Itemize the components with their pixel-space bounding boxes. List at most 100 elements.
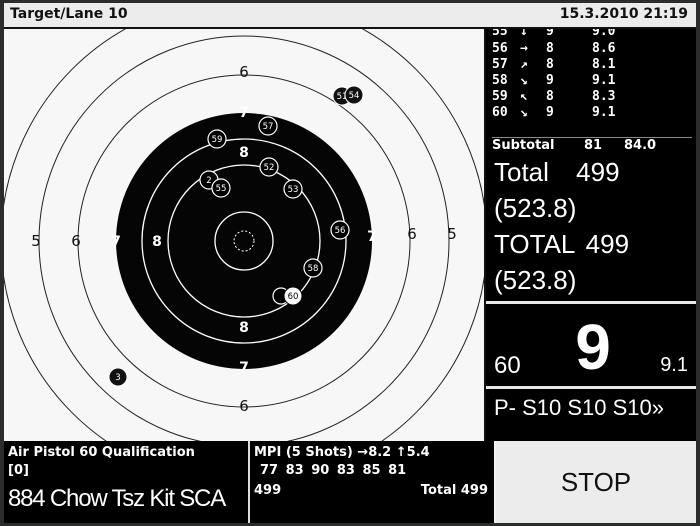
mpi-label: MPI (5 Shots) →8.2 ↑5.4	[254, 445, 430, 460]
ring-label: 7	[239, 360, 249, 376]
total-decimal: (523.8)	[494, 193, 577, 223]
relay-number: [0]	[8, 463, 29, 478]
svg-text:52: 52	[264, 163, 275, 173]
ring-label: 7	[239, 105, 249, 121]
shot-hole-last: 60	[272, 286, 303, 306]
shot-row: 60 ↘ 9 9.1	[492, 105, 692, 121]
shot-direction-icon: ↘	[520, 73, 528, 88]
shot-row: 58 ↘ 9 9.1	[492, 73, 692, 89]
svg-text:56: 56	[335, 226, 346, 236]
shot-value: 8	[546, 41, 554, 56]
ring-label: 6	[239, 63, 249, 81]
grand-total-label: TOTAL	[494, 229, 575, 259]
shot-decimal: 9.1	[592, 73, 616, 88]
date-time: 15.3.2010 21:19	[559, 6, 688, 22]
shot-number: 60	[492, 105, 508, 120]
ring-label: 6	[239, 397, 249, 415]
last-shot-display: 60 9 9.1	[486, 304, 696, 386]
shot-direction-icon: →	[520, 41, 528, 56]
results-panel: 55 ↓ 9 9.0 56 → 8 8.6 57 ↗ 8 8.1 58 ↘ 9	[486, 29, 696, 441]
shot-hole: 56	[330, 220, 350, 240]
ring-label: 6	[407, 225, 417, 243]
shot-number: 57	[492, 57, 508, 72]
shot-decimal: 9.0	[592, 29, 616, 39]
last-shot-number: 60	[494, 352, 521, 379]
shot-direction-icon: ↓	[520, 29, 528, 39]
subtotal-value: 81	[584, 138, 603, 153]
total-label: Total	[494, 157, 549, 187]
ring-label: 6	[71, 232, 81, 250]
series-summary: P- S10 S10 S10»	[494, 395, 665, 420]
stop-button[interactable]: STOP	[496, 441, 696, 523]
grand-total-decimal: (523.8)	[494, 265, 577, 295]
shot-value: 8	[546, 57, 554, 72]
ring-label: 8	[239, 320, 249, 336]
shot-row: 56 → 8 8.6	[492, 41, 692, 57]
svg-text:59: 59	[212, 135, 223, 145]
shot-number: 56	[492, 41, 508, 56]
shot-decimal: 8.1	[592, 57, 616, 72]
mpi-panel: MPI (5 Shots) →8.2 ↑5.4 77 83 90 83 85 8…	[250, 441, 494, 523]
shot-number: 59	[492, 89, 508, 104]
shot-row: 59 ↖ 8 8.3	[492, 89, 692, 105]
shot-hole: 59	[207, 129, 227, 149]
shot-hole: 52	[259, 157, 279, 177]
shot-row: 55 ↓ 9 9.0	[492, 29, 692, 41]
shot-hole: 57	[258, 116, 278, 136]
shot-decimal: 9.1	[592, 105, 616, 120]
ring-label: 7	[367, 229, 377, 245]
grand-total-row: TOTAL 499	[494, 229, 629, 260]
shot-value: 8	[546, 89, 554, 104]
last-shot-decimal: 9.1	[660, 354, 688, 376]
total-value: 499	[576, 157, 620, 187]
svg-text:58: 58	[308, 264, 319, 274]
shot-direction-icon: ↗	[520, 57, 528, 72]
shot-hole: 3	[108, 367, 128, 387]
ring-label: 7	[111, 234, 121, 250]
shot-hole: 58	[303, 258, 323, 278]
shot-decimal: 8.6	[592, 41, 616, 56]
target-face: 6 6 5 5 6 6 7 7 7 7 8 8 8 51 54 59 57 52…	[4, 29, 484, 441]
subtotal-row: Subtotal 81 84.0	[492, 137, 692, 156]
shooter-info-panel: Air Pistol 60 Qualification [0] 884 Chow…	[4, 441, 250, 523]
event-name: Air Pistol 60 Qualification	[8, 445, 195, 460]
shot-hole: 55	[211, 178, 231, 198]
shot-value: 9	[546, 105, 554, 120]
ring-label: 8	[239, 145, 249, 161]
shot-number: 55	[492, 29, 508, 39]
shot-value: 9	[546, 73, 554, 88]
ring-label: 5	[31, 232, 41, 250]
target-view[interactable]: 6 6 5 5 6 6 7 7 7 7 8 8 8 51 54 59 57 52…	[4, 29, 486, 441]
series-scores: 77 83 90 83 85 81	[260, 463, 407, 478]
total-row: Total 499	[494, 157, 620, 188]
svg-text:55: 55	[216, 184, 227, 194]
shot-direction-icon: ↘	[520, 105, 528, 120]
ring-label: 5	[447, 225, 457, 243]
ring-label: 8	[152, 234, 162, 250]
match-total: Total 499	[420, 483, 488, 498]
svg-text:2: 2	[206, 176, 211, 186]
subtotal-decimal: 84.0	[624, 138, 657, 153]
shot-decimal: 8.3	[592, 89, 616, 104]
svg-text:60: 60	[288, 292, 299, 302]
shot-direction-icon: ↖	[520, 89, 528, 104]
series-total: 499	[254, 483, 282, 498]
shot-row: 57 ↗ 8 8.1	[492, 57, 692, 73]
shooter-name: 884 Chow Tsz Kit SCA	[8, 485, 226, 512]
svg-text:57: 57	[263, 122, 274, 132]
shot-value: 9	[546, 29, 554, 39]
grand-total-value: 499	[585, 229, 630, 259]
divider	[486, 386, 696, 389]
subtotal-label: Subtotal	[492, 138, 555, 153]
shot-number: 58	[492, 73, 508, 88]
last-shot-ring: 9	[575, 311, 611, 383]
shot-hole: 54	[344, 85, 364, 105]
svg-text:3: 3	[115, 373, 120, 383]
svg-text:54: 54	[349, 91, 360, 101]
scoring-monitor-screen: Target/Lane 10 15.3.2010 21:19 6 6 5 5 6…	[4, 3, 696, 523]
svg-text:53: 53	[288, 185, 299, 195]
shot-list: 55 ↓ 9 9.0 56 → 8 8.6 57 ↗ 8 8.1 58 ↘ 9	[492, 29, 692, 121]
shot-hole: 53	[283, 179, 303, 199]
title-bar: Target/Lane 10 15.3.2010 21:19	[4, 3, 696, 29]
lane-title: Target/Lane 10	[10, 6, 128, 22]
